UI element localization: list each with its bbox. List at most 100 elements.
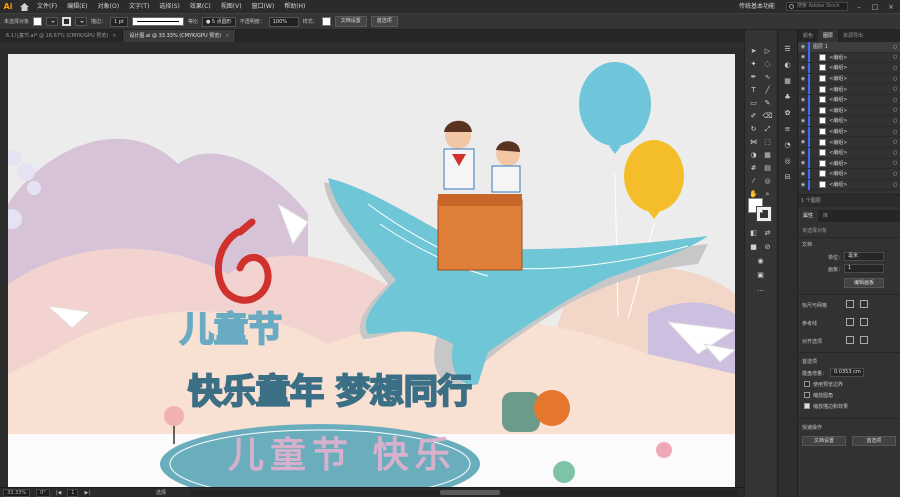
- draw-mode-icon[interactable]: ◉: [755, 256, 766, 267]
- lasso-tool-icon[interactable]: ◌: [762, 59, 773, 70]
- target-icon[interactable]: ○: [893, 182, 900, 188]
- stroke-color-swatch[interactable]: [62, 17, 72, 26]
- visibility-icon[interactable]: ◉: [798, 150, 808, 156]
- type-tool-icon[interactable]: T: [748, 85, 759, 96]
- layer-row[interactable]: ◉ <编组> ○: [798, 84, 900, 95]
- grid-icon[interactable]: [860, 300, 868, 308]
- stock-search-input[interactable]: 搜索 Adobe Stock: [786, 2, 848, 11]
- target-icon[interactable]: ○: [893, 76, 900, 82]
- target-icon[interactable]: ○: [893, 86, 900, 92]
- layer-row[interactable]: ◉ <编组> ○: [798, 105, 900, 117]
- stroke-profile-preview[interactable]: [131, 17, 184, 26]
- lock-guides-icon[interactable]: [860, 318, 868, 326]
- line-tool-icon[interactable]: ╱: [762, 85, 773, 96]
- checkbox-preview-bounds[interactable]: [804, 381, 810, 387]
- swap-colors-icon[interactable]: ⇄: [762, 228, 773, 239]
- units-dropdown[interactable]: 毫米: [844, 252, 884, 261]
- visibility-icon[interactable]: ◉: [798, 44, 808, 50]
- layer-row[interactable]: ◉ <编组> ○: [798, 179, 900, 191]
- guides-icon[interactable]: [846, 318, 854, 326]
- rotate-tool-icon[interactable]: ↻: [748, 124, 759, 135]
- horizontal-scrollbar[interactable]: [190, 490, 738, 495]
- color-dock-icon[interactable]: ◐: [782, 60, 793, 71]
- workspace-switcher[interactable]: 传统基本功能: [734, 0, 780, 13]
- none-color-icon[interactable]: ⊘: [762, 242, 773, 253]
- zoom-field[interactable]: 33.33%: [3, 488, 31, 497]
- layer-row[interactable]: ◉ <编组> ○: [798, 62, 900, 74]
- visibility-icon[interactable]: ◉: [798, 86, 808, 92]
- selection-tool-icon[interactable]: ➤: [748, 46, 759, 57]
- layer-row[interactable]: ◉ <编组> ○: [798, 147, 900, 159]
- target-icon[interactable]: ○: [893, 54, 900, 60]
- target-icon[interactable]: ○: [893, 97, 900, 103]
- visibility-icon[interactable]: ◉: [798, 118, 808, 124]
- scale-tool-icon[interactable]: ⤢: [762, 124, 773, 135]
- blend-tool-icon[interactable]: ◎: [762, 176, 773, 187]
- layer-row[interactable]: ◉ <编组> ○: [798, 73, 900, 85]
- direct-selection-tool-icon[interactable]: ▷: [762, 46, 773, 57]
- last-page-icon[interactable]: ▶|: [84, 490, 90, 496]
- screen-mode-icon[interactable]: ▣: [755, 270, 766, 281]
- more-tools-icon[interactable]: …: [755, 284, 766, 295]
- canvas-workspace[interactable]: 儿童节 快乐童年 梦想同行 儿童节 快乐: [0, 42, 744, 487]
- tab-color[interactable]: 颜色: [798, 30, 818, 42]
- target-icon[interactable]: ○: [893, 150, 900, 156]
- first-page-icon[interactable]: |◀: [56, 490, 62, 496]
- appearance-dock-icon[interactable]: ◎: [782, 156, 793, 167]
- tab-asset-export[interactable]: 资源导出: [838, 30, 868, 42]
- width-tool-icon[interactable]: ⋈: [748, 137, 759, 148]
- layer-row[interactable]: ◉ <编组> ○: [798, 158, 900, 170]
- brushes-dock-icon[interactable]: ♣: [782, 92, 793, 103]
- swatches-dock-icon[interactable]: ▦: [782, 76, 793, 87]
- visibility-icon[interactable]: ◉: [798, 139, 808, 145]
- shaper-tool-icon[interactable]: ✐: [748, 111, 759, 122]
- quick-preferences-button[interactable]: 首选项: [852, 436, 896, 446]
- tab-layers[interactable]: 图层: [818, 30, 839, 42]
- home-icon[interactable]: [16, 0, 32, 13]
- shape-builder-tool-icon[interactable]: ◑: [748, 150, 759, 161]
- layer-row[interactable]: ◉ <编组> ○: [798, 115, 900, 127]
- menu-view[interactable]: 视图(V): [216, 0, 247, 13]
- edit-artboard-button[interactable]: 编辑画板: [844, 278, 884, 288]
- preferences-button[interactable]: 首选项: [370, 16, 398, 27]
- menu-help[interactable]: 帮助(H): [279, 0, 310, 13]
- maximize-button[interactable]: □: [870, 3, 880, 11]
- tab-document-1[interactable]: 6.1儿童节.ai* @ 16.67% (CMYK/GPU 预览) ×: [0, 30, 124, 42]
- stroke-dock-icon[interactable]: ≡: [782, 124, 793, 135]
- artboard[interactable]: 儿童节 快乐童年 梦想同行 儿童节 快乐: [8, 54, 735, 487]
- snap-point-icon[interactable]: [846, 336, 854, 344]
- layer-row[interactable]: ◉ <编组> ○: [798, 137, 900, 148]
- layer-row[interactable]: ◉ <编组> ○: [798, 94, 900, 106]
- tab-document-2[interactable]: 设计图.ai @ 33.33% (CMYK/GPU 预览) ×: [123, 30, 237, 42]
- symbols-dock-icon[interactable]: ✿: [782, 108, 793, 119]
- menu-edit[interactable]: 编辑(E): [62, 0, 92, 13]
- default-colors-icon[interactable]: ◧: [748, 228, 759, 239]
- brush-dropdown[interactable]: ● 5 点圆形: [201, 16, 236, 27]
- rotation-field[interactable]: 0°: [36, 488, 50, 497]
- color-mode-icon[interactable]: ■: [748, 242, 759, 253]
- visibility-icon[interactable]: ◉: [798, 171, 808, 177]
- layer-row[interactable]: ◉ <编组> ○: [798, 126, 900, 138]
- visibility-icon[interactable]: ◉: [798, 107, 808, 113]
- magic-wand-tool-icon[interactable]: ✦: [748, 59, 759, 70]
- minimize-button[interactable]: –: [854, 3, 864, 11]
- tab-libraries[interactable]: 库: [818, 210, 833, 222]
- document-settings-button[interactable]: 文档设置: [334, 16, 367, 27]
- quick-document-settings-button[interactable]: 文档设置: [802, 436, 846, 446]
- visibility-icon[interactable]: ◉: [798, 76, 808, 82]
- snap-grid-icon[interactable]: [860, 336, 868, 344]
- menu-file[interactable]: 文件(F): [32, 0, 62, 13]
- menu-select[interactable]: 选择(S): [154, 0, 185, 13]
- target-icon[interactable]: ○: [893, 160, 900, 166]
- visibility-icon[interactable]: ◉: [798, 97, 808, 103]
- opacity-field[interactable]: 100%: [268, 16, 299, 27]
- stroke-dropdown[interactable]: [75, 17, 88, 26]
- checkbox-scale-corners[interactable]: [804, 392, 810, 398]
- eyedropper-tool-icon[interactable]: ⁄: [748, 176, 759, 187]
- transparency-dock-icon[interactable]: ◔: [782, 140, 793, 151]
- menu-window[interactable]: 窗口(W): [247, 0, 280, 13]
- perspective-grid-tool-icon[interactable]: ▦: [762, 150, 773, 161]
- target-icon[interactable]: ○: [893, 118, 900, 124]
- visibility-icon[interactable]: ◉: [798, 129, 808, 135]
- paintbrush-tool-icon[interactable]: ✎: [762, 98, 773, 109]
